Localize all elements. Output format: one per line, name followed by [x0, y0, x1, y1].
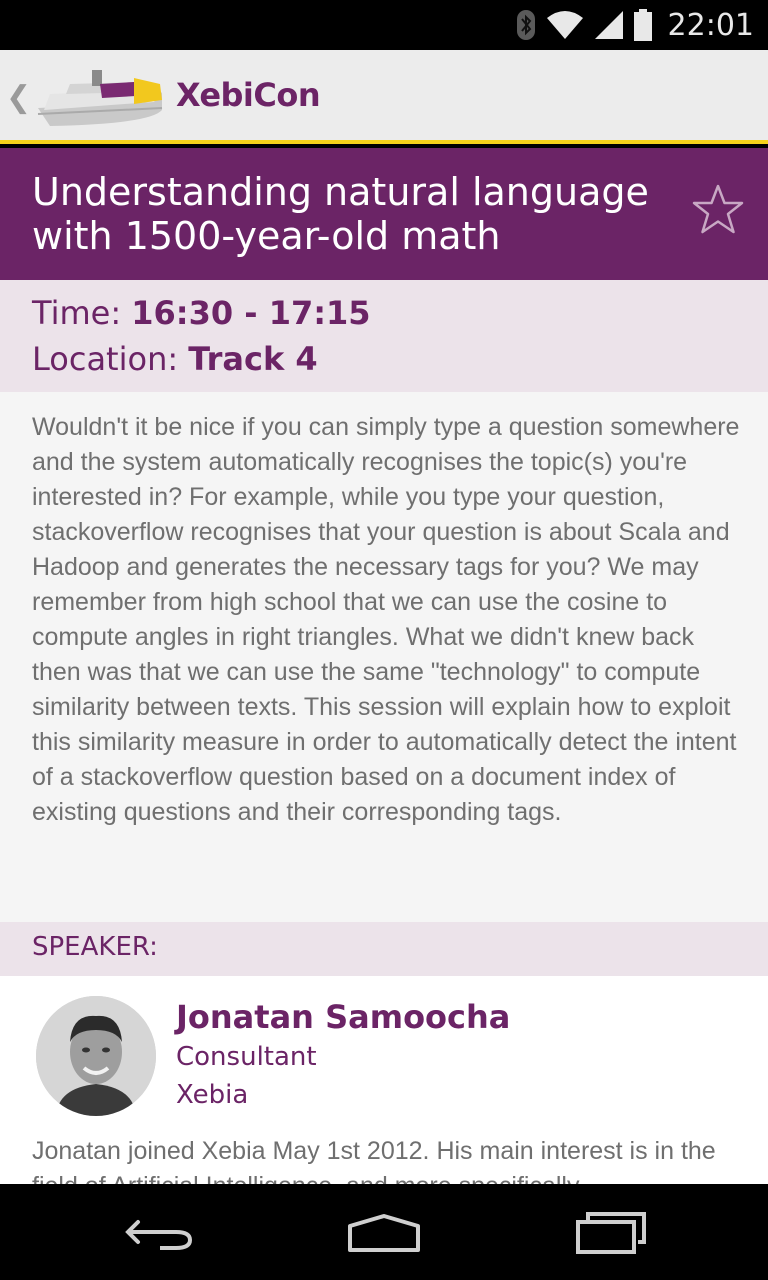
wifi-icon — [546, 11, 583, 39]
bluetooth-icon — [516, 10, 535, 40]
time-value: 16:30 - 17:15 — [131, 294, 371, 332]
speaker-section-header: SPEAKER: — [0, 922, 768, 976]
status-time: 22:01 — [667, 7, 754, 43]
status-icons: 22:01 — [516, 0, 754, 50]
speaker-role: Consultant — [176, 1042, 317, 1072]
location-label: Location: — [32, 340, 189, 378]
description-area: Wouldn't it be nice if you can simply ty… — [0, 392, 768, 922]
recents-icon[interactable] — [570, 1208, 650, 1256]
back-icon[interactable] — [120, 1208, 200, 1256]
status-bar: 22:01 — [0, 0, 768, 50]
navigation-bar — [0, 1184, 768, 1280]
location-value: Track 4 — [188, 340, 318, 378]
action-bar: ❮ XebiCon — [0, 50, 768, 144]
chevron-left-icon[interactable]: ❮ — [6, 80, 31, 115]
session-title-band: Understanding natural language with 1500… — [0, 148, 768, 280]
speaker-bio: Jonatan joined Xebia May 1st 2012. His m… — [32, 1137, 716, 1184]
speaker-name: Jonatan Samoocha — [176, 998, 511, 1036]
speaker-header-label: SPEAKER: — [32, 932, 158, 962]
session-location: Location: Track 4 — [32, 340, 318, 378]
session-meta: Time: 16:30 - 17:15 Location: Track 4 — [0, 280, 768, 392]
home-icon[interactable] — [344, 1208, 424, 1256]
app-title: XebiCon — [176, 76, 321, 114]
speaker-card[interactable]: Jonatan Samoocha Consultant Xebia Jonata… — [0, 976, 768, 1184]
session-description: Wouldn't it be nice if you can simply ty… — [32, 413, 740, 826]
battery-icon — [633, 9, 652, 41]
time-label: Time: — [32, 294, 132, 332]
avatar-photo — [36, 996, 156, 1116]
session-title: Understanding natural language with 1500… — [32, 170, 649, 258]
star-outline-icon[interactable] — [690, 182, 746, 238]
session-time: Time: 16:30 - 17:15 — [32, 294, 371, 332]
signal-icon — [594, 11, 623, 39]
speaker-company: Xebia — [176, 1080, 249, 1110]
avatar — [36, 996, 156, 1116]
ship-logo[interactable] — [30, 64, 170, 130]
